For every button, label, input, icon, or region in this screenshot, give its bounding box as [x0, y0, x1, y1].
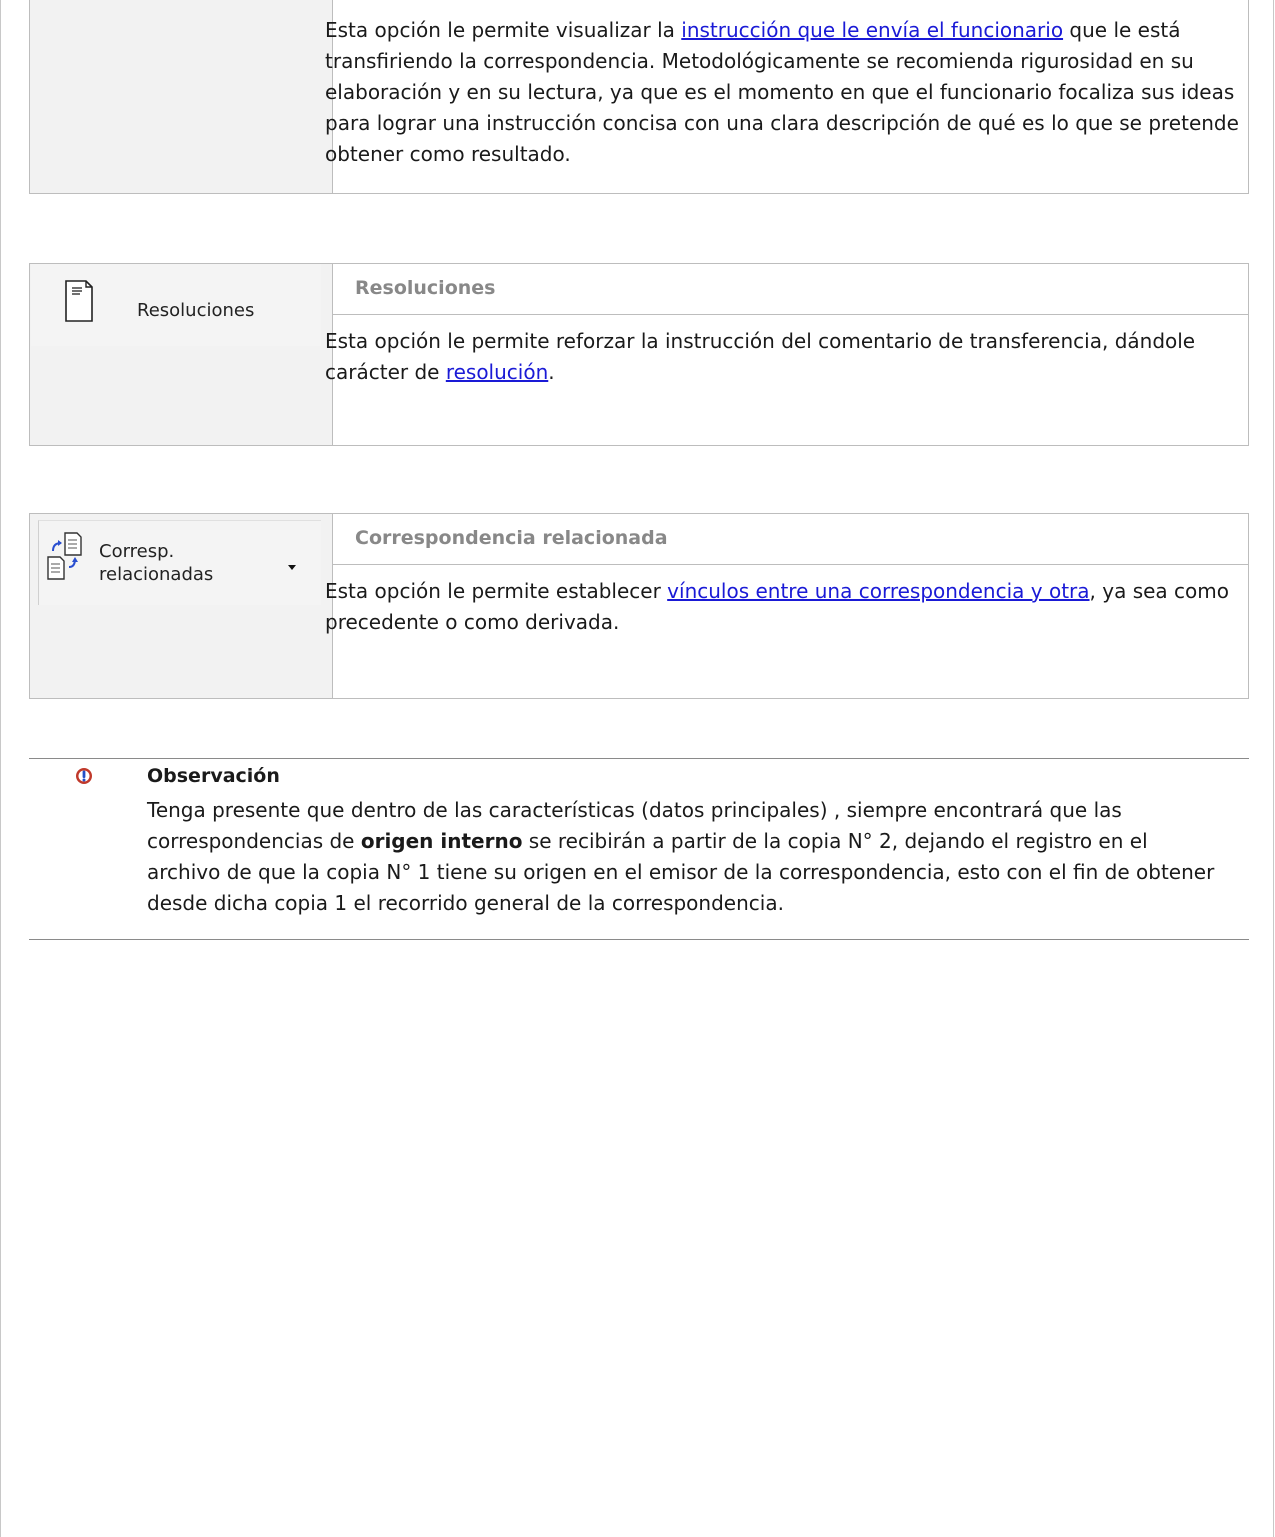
option-block-left-cell	[30, 0, 333, 193]
corresp-desc-text: Esta opción le permite establecer	[325, 579, 668, 603]
instruction-description: Esta opción le permite visualizar la ins…	[325, 15, 1255, 170]
resoluciones-button-label: Resoluciones	[137, 300, 255, 321]
note-title: Observación	[147, 765, 280, 787]
related-documents-icon	[43, 531, 93, 581]
resoluciones-description: Esta opción le permite reforzar la instr…	[325, 326, 1255, 388]
corresp-relacionadas-button[interactable]: Corresp. relacionadas	[38, 520, 321, 605]
correspondencia-relacionada-title: Correspondencia relacionada	[355, 527, 668, 549]
note-top-rule	[29, 758, 1249, 759]
option-title-row: Resoluciones	[333, 264, 1248, 315]
corresp-button-label-line1: Corresp.	[99, 541, 175, 562]
note-bottom-rule	[29, 939, 1249, 940]
note-text-bold: origen interno	[360, 829, 523, 853]
note-body: Tenga presente que dentro de las caracte…	[147, 795, 1227, 919]
correspondencia-relacionada-description: Esta opción le permite establecer víncul…	[325, 576, 1255, 638]
info-warning-icon	[75, 767, 93, 785]
document-icon	[65, 280, 93, 322]
resoluciones-desc-text-end: .	[548, 360, 555, 384]
resoluciones-title: Resoluciones	[355, 277, 496, 299]
page-left-border	[0, 0, 1, 1537]
instruction-link[interactable]: instrucción que le envía el funcionario	[681, 18, 1063, 42]
instruction-desc-text: Esta opción le permite visualizar la	[325, 18, 682, 42]
option-title-row: Correspondencia relacionada	[333, 514, 1248, 565]
resolucion-link[interactable]: resolución	[446, 360, 548, 384]
page-right-border	[1273, 0, 1274, 1537]
corresp-button-label-line2: relacionadas	[99, 564, 214, 585]
vinculos-link[interactable]: vínculos entre una correspondencia y otr…	[667, 579, 1089, 603]
resoluciones-button[interactable]: Resoluciones	[31, 264, 321, 346]
dropdown-arrow-icon[interactable]	[288, 565, 296, 570]
